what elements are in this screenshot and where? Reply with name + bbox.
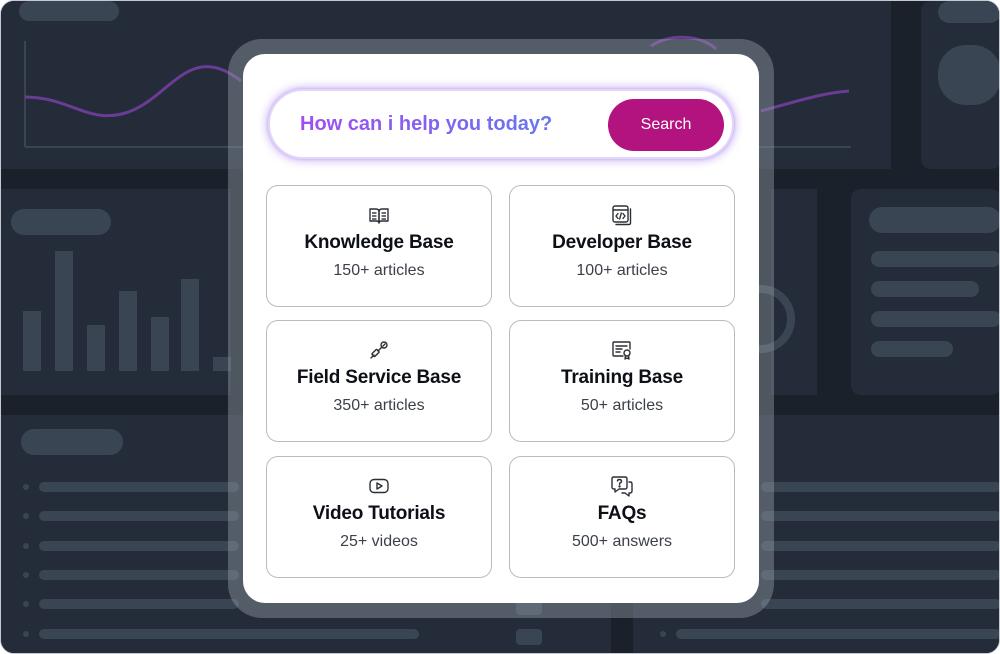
- card-subtitle: 350+ articles: [333, 397, 425, 414]
- play-video-icon: [368, 475, 390, 497]
- card-subtitle: 100+ articles: [576, 262, 668, 279]
- card-title: Developer Base: [552, 232, 692, 253]
- card-title: Video Tutorials: [312, 503, 446, 524]
- book-icon: [368, 204, 390, 226]
- card-subtitle: 25+ videos: [340, 533, 418, 550]
- code-file-icon: [611, 204, 633, 226]
- card-title: Field Service Base: [296, 367, 462, 388]
- card-subtitle: 500+ answers: [571, 533, 673, 550]
- card-title: Training Base: [561, 367, 683, 388]
- card-knowledge-base[interactable]: Knowledge Base 150+ articles: [266, 185, 492, 307]
- card-field-service-base[interactable]: Field Service Base 350+ articles: [266, 320, 492, 442]
- card-developer-base[interactable]: Developer Base 100+ articles: [509, 185, 735, 307]
- search-button[interactable]: Search: [608, 99, 724, 151]
- card-video-tutorials[interactable]: Video Tutorials 25+ videos: [266, 456, 492, 578]
- card-faqs[interactable]: FAQs 500+ answers: [509, 456, 735, 578]
- card-subtitle: 150+ articles: [333, 262, 425, 279]
- question-chat-icon: [611, 475, 633, 497]
- tool-icon: [368, 339, 390, 361]
- card-subtitle: 50+ articles: [580, 397, 664, 414]
- help-center-panel: Search Knowledge Base 150+ articles: [243, 54, 759, 603]
- card-training-base[interactable]: Training Base 50+ articles: [509, 320, 735, 442]
- search-bar: Search: [268, 89, 734, 159]
- dashboard-background: Search Knowledge Base 150+ articles: [0, 0, 1000, 654]
- card-title: FAQs: [597, 503, 647, 524]
- search-input[interactable]: [300, 91, 600, 157]
- certificate-icon: [611, 339, 633, 361]
- bg-top-left-block: [1, 1, 231, 169]
- card-title: Knowledge Base: [304, 232, 454, 253]
